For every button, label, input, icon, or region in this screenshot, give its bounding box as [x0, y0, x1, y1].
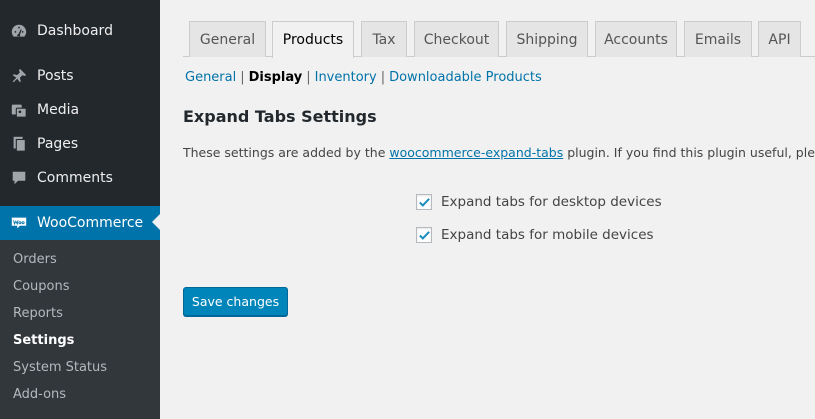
- submenu-system-status[interactable]: System Status: [13, 360, 107, 375]
- section-title: Expand Tabs Settings: [183, 107, 377, 126]
- desktop-checkbox-label[interactable]: Expand tabs for desktop devices: [441, 194, 662, 210]
- menu-item-dashboard[interactable]: Dashboard: [0, 14, 160, 48]
- menu-label: Posts: [37, 68, 74, 84]
- menu-label: Dashboard: [37, 23, 113, 39]
- media-icon: [9, 100, 29, 120]
- submenu-add-ons[interactable]: Add-ons: [13, 387, 66, 402]
- pin-icon: [9, 66, 29, 86]
- plugin-link[interactable]: woocommerce-expand-tabs: [389, 145, 563, 160]
- mobile-checkbox-label[interactable]: Expand tabs for mobile devices: [441, 227, 654, 243]
- submenu-settings[interactable]: Settings: [13, 333, 74, 348]
- mobile-checkbox[interactable]: [416, 227, 432, 243]
- subnav-general[interactable]: General: [185, 70, 236, 85]
- save-changes-button[interactable]: Save changes: [183, 287, 288, 316]
- description-text: These settings are added by the: [183, 145, 390, 160]
- menu-item-comments[interactable]: Comments: [0, 161, 160, 195]
- current-menu-arrow: [152, 214, 160, 230]
- woo-icon: [9, 213, 29, 233]
- tab-checkout[interactable]: Checkout: [414, 21, 499, 57]
- option-desktop: Expand tabs for desktop devices: [416, 194, 662, 210]
- menu-item-woocommerce[interactable]: WooCommerce: [0, 206, 160, 240]
- description-text: plugin. If you find this plugin useful, …: [567, 145, 815, 160]
- woocommerce-submenu: Orders Coupons Reports Settings System S…: [0, 240, 160, 419]
- tab-accounts[interactable]: Accounts: [595, 21, 677, 57]
- checkmark-icon: [418, 230, 430, 240]
- tab-shipping[interactable]: Shipping: [506, 21, 588, 57]
- menu-item-media[interactable]: Media: [0, 93, 160, 127]
- subnav-separator: |: [306, 70, 311, 85]
- tab-api[interactable]: API: [758, 21, 801, 57]
- menu-label: WooCommerce: [37, 215, 144, 231]
- menu-item-posts[interactable]: Posts: [0, 59, 160, 93]
- subnav-display[interactable]: Display: [249, 70, 303, 85]
- settings-tabs: General Products Tax Checkout Shipping A…: [183, 0, 815, 58]
- tab-general[interactable]: General: [189, 21, 266, 57]
- tab-products[interactable]: Products: [272, 21, 354, 58]
- submenu-coupons[interactable]: Coupons: [13, 279, 70, 294]
- pages-icon: [9, 134, 29, 154]
- menu-label: Comments: [37, 170, 113, 186]
- subnav-separator: |: [380, 70, 386, 85]
- menu-item-pages[interactable]: Pages: [0, 127, 160, 161]
- submenu-orders[interactable]: Orders: [13, 252, 57, 267]
- submenu-reports[interactable]: Reports: [13, 306, 63, 321]
- subnav-downloadable-products[interactable]: Downloadable Products: [389, 70, 542, 85]
- menu-label: Media: [37, 102, 80, 118]
- desktop-checkbox[interactable]: [416, 194, 432, 210]
- subnav-inventory[interactable]: Inventory: [315, 70, 377, 85]
- section-description: These settings are added by the woocomme…: [183, 145, 815, 160]
- checkmark-icon: [418, 197, 430, 207]
- dashboard-icon: [9, 21, 29, 41]
- tab-emails[interactable]: Emails: [684, 21, 752, 57]
- subnav-separator: |: [240, 70, 245, 85]
- comment-icon: [9, 168, 29, 188]
- option-mobile: Expand tabs for mobile devices: [416, 227, 654, 243]
- section-subnav: General | Display | Inventory | Downloadable P…: [185, 70, 542, 85]
- admin-sidebar: Dashboard Posts Media Pages Comments Woo…: [0, 0, 160, 419]
- tab-tax[interactable]: Tax: [361, 21, 407, 57]
- menu-label: Pages: [37, 136, 79, 152]
